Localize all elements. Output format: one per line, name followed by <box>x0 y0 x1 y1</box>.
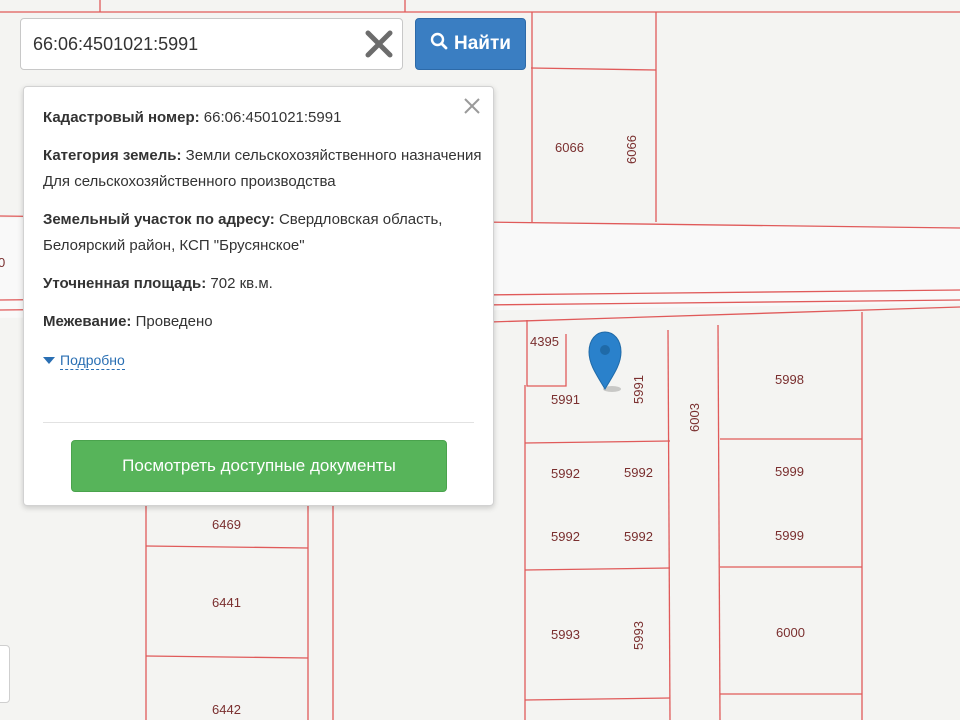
land-category-row: Категория земель: Земли сельскохозяйстве… <box>43 143 483 195</box>
parcel-label: 5999 <box>775 528 804 543</box>
parcel-label: 0 <box>0 255 5 270</box>
land-category-value: Земли сельскохозяйственного назначения <box>185 147 482 164</box>
parcel-label: 5999 <box>775 464 804 479</box>
address-row: Земельный участок по адресу: Свердловска… <box>43 207 483 259</box>
parcel-label: 5991 <box>631 375 646 404</box>
divider <box>43 422 474 423</box>
survey-value: Проведено <box>135 313 213 330</box>
parcel-label: 4395 <box>530 334 559 349</box>
search-button[interactable]: Найти <box>415 18 526 70</box>
cadastral-number-label: Кадастровый номер: <box>43 109 200 126</box>
area-label: Уточненная площадь: <box>43 275 207 292</box>
parcel-label: 6003 <box>687 403 702 432</box>
parcel-label: 5992 <box>624 529 653 544</box>
cadastral-number-value: 66:06:4501021:5991 <box>203 109 342 126</box>
cadastral-number-row: Кадастровый номер: 66:06:4501021:5991 <box>43 105 483 131</box>
parcel-label: 5992 <box>551 466 580 481</box>
parcel-info-popup: Кадастровый номер: 66:06:4501021:5991 Ка… <box>23 86 494 506</box>
parcel-label: 6441 <box>212 595 241 610</box>
survey-label: Межевание: <box>43 313 132 330</box>
area-value: 702 кв.м. <box>210 275 273 292</box>
parcel-label: 6066 <box>624 135 639 164</box>
parcel-label: 5998 <box>775 372 804 387</box>
area-row: Уточненная площадь: 702 кв.м. <box>43 271 483 297</box>
parcel-label: 6469 <box>212 517 241 532</box>
details-link[interactable]: Подробно <box>60 351 125 370</box>
search-input[interactable] <box>21 19 351 69</box>
view-documents-button[interactable]: Посмотреть доступные документы <box>71 440 447 492</box>
search-box <box>20 18 403 70</box>
land-use-value: Для сельскохозяйственного производства <box>43 173 336 190</box>
parcel-label: 5992 <box>551 529 580 544</box>
parcel-label: 6442 <box>212 702 241 717</box>
parcel-label: 5993 <box>631 621 646 650</box>
caret-down-icon <box>43 347 55 373</box>
parcel-label: 6000 <box>776 625 805 640</box>
parcel-label: 6066 <box>555 140 584 155</box>
clear-search-icon[interactable] <box>362 27 396 61</box>
land-category-label: Категория земель: <box>43 147 182 164</box>
details-toggle[interactable]: Подробно <box>43 347 483 373</box>
parcel-label: 5991 <box>551 392 580 407</box>
search-icon <box>430 32 448 56</box>
parcel-label: 5993 <box>551 627 580 642</box>
survey-row: Межевание: Проведено <box>43 309 483 335</box>
map-control[interactable] <box>0 645 10 703</box>
search-button-label: Найти <box>454 33 511 54</box>
address-label: Земельный участок по адресу: <box>43 211 275 228</box>
parcel-label: 5992 <box>624 465 653 480</box>
